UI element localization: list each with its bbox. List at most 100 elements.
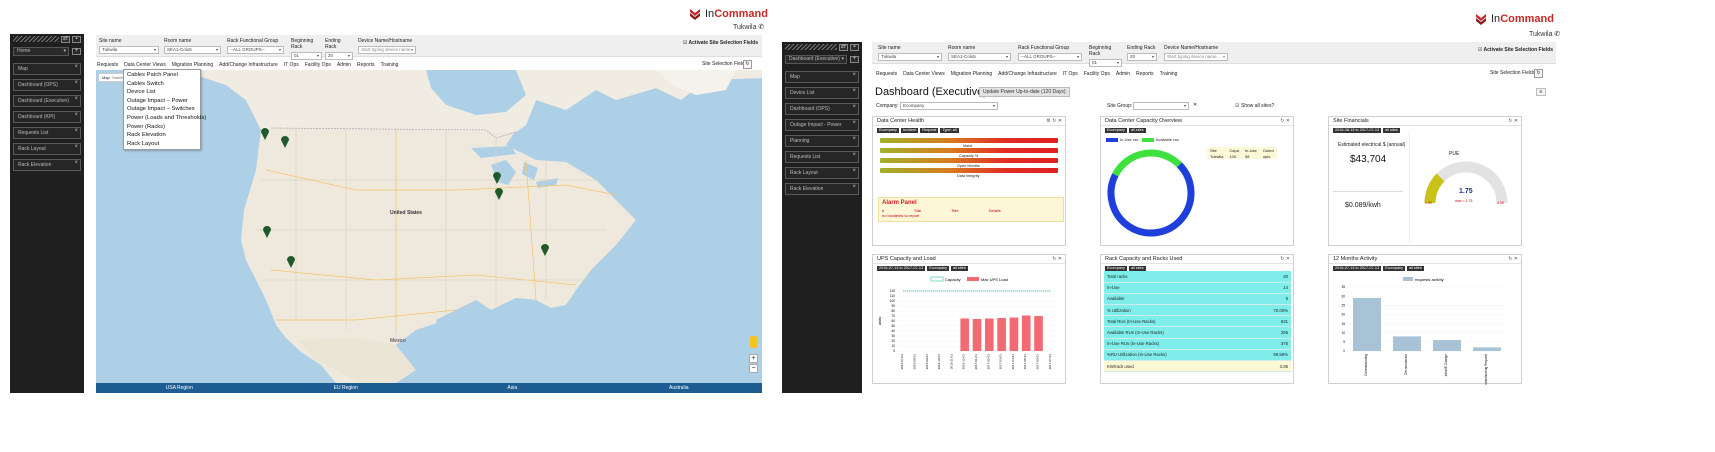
- menu-item-cables-patch-panel[interactable]: Cables Patch Panel: [124, 71, 200, 80]
- tab-reports[interactable]: Reports: [357, 62, 375, 68]
- pegman-icon[interactable]: [750, 336, 757, 348]
- camera-icon[interactable]: ▪: [72, 35, 81, 43]
- menu-item-power-loads-and-thresholds[interactable]: Power (Loads and Thresholds): [124, 114, 206, 123]
- activate-site-fields-checkbox[interactable]: ☑ Activate Site Selection Fields: [683, 40, 758, 46]
- tab-it-ops[interactable]: IT Ops: [1063, 71, 1078, 77]
- close-icon[interactable]: ×: [852, 134, 856, 144]
- sidebar-item-map[interactable]: Map ×: [785, 71, 859, 83]
- close-icon[interactable]: ×: [74, 110, 78, 120]
- sidebar-item-dashboard-ops[interactable]: Dashboard (OPS) ×: [13, 79, 81, 91]
- swap-icon[interactable]: ⇄: [839, 43, 848, 51]
- close-icon[interactable]: ×: [852, 86, 856, 96]
- region-eu-region[interactable]: EU Region: [263, 383, 430, 393]
- donut-slice-available-racks[interactable]: [1112, 149, 1182, 177]
- menu-item-rack-elevation[interactable]: Rack Elevation: [124, 131, 200, 140]
- sidebar-item-outage-impact-power[interactable]: Outage Impact - Power ×: [785, 119, 859, 131]
- tab-facility-ops[interactable]: Facility Ops: [1084, 71, 1110, 77]
- panel-controls[interactable]: ⚙ ↻ ✕: [1046, 117, 1062, 126]
- beginning-rack-select[interactable]: 01 ▾: [1089, 59, 1122, 67]
- activate-site-fields-checkbox[interactable]: ☑ Activate Site Selection Fields: [1478, 47, 1553, 53]
- tab-reports[interactable]: Reports: [1136, 71, 1154, 77]
- camera-icon[interactable]: ▪: [850, 43, 859, 51]
- region-asia[interactable]: Asia: [429, 383, 596, 393]
- bar-max-ups-load[interactable]: [960, 318, 969, 352]
- rack-group-select[interactable]: --ALL GROUPS-- ▾: [227, 46, 284, 54]
- donut-slice-in-use-racks[interactable]: [1107, 162, 1195, 237]
- refresh-icon[interactable]: ↻: [1534, 69, 1543, 78]
- panel-controls[interactable]: ↻ ✕: [1280, 255, 1290, 264]
- tab-add-change-infrastructure[interactable]: Add/Change Infrastructure: [219, 62, 278, 68]
- device-input[interactable]: Start typing device name... ▾: [358, 46, 416, 54]
- sidebar-item-requests-list[interactable]: Requests List ×: [785, 151, 859, 163]
- tab-facility-ops[interactable]: Facility Ops: [305, 62, 331, 68]
- menu-item-cables-switch[interactable]: Cables Switch: [124, 80, 200, 89]
- clear-icon[interactable]: ✕: [1193, 102, 1197, 108]
- close-icon[interactable]: ×: [74, 158, 78, 168]
- close-icon[interactable]: ×: [852, 118, 856, 128]
- menu-item-device-list[interactable]: Device List: [124, 88, 200, 97]
- panel-controls[interactable]: ↻ ✕: [1280, 117, 1290, 126]
- close-icon[interactable]: ×: [852, 182, 856, 192]
- site-select[interactable]: Tukwila ▾: [99, 46, 159, 54]
- zoom-out-button[interactable]: −: [749, 364, 758, 373]
- sidebar-view-select[interactable]: Dashboard (Executive) ▾: [785, 55, 847, 64]
- menu-item-power-racks[interactable]: Power (Racks): [124, 123, 200, 132]
- close-icon[interactable]: ×: [74, 142, 78, 152]
- site-group-select[interactable]: ▾: [1133, 102, 1189, 110]
- panel-controls[interactable]: ↻ ✕: [1508, 117, 1518, 126]
- bar-max-ups-load[interactable]: [972, 319, 982, 351]
- room-select[interactable]: SEA1-Colo5 ▾: [948, 53, 1011, 61]
- show-all-sites-checkbox[interactable]: ☑ Show all sites?: [1235, 103, 1274, 109]
- close-icon[interactable]: ×: [852, 166, 856, 176]
- sidebar-item-device-list[interactable]: Device List ×: [785, 87, 859, 99]
- tab-requests[interactable]: Requests: [876, 71, 897, 77]
- panel-controls[interactable]: ↻ ✕: [1508, 255, 1518, 264]
- close-icon[interactable]: ×: [852, 102, 856, 112]
- site-select[interactable]: Tukwila ▾: [878, 53, 942, 61]
- add-icon[interactable]: +: [72, 48, 81, 55]
- bar-max-ups-load[interactable]: [1034, 316, 1043, 351]
- room-select[interactable]: SEA1-Colo5 ▾: [164, 46, 221, 54]
- tab-migration-planning[interactable]: Migration Planning: [172, 62, 213, 68]
- tab-it-ops[interactable]: IT Ops: [284, 62, 299, 68]
- close-icon[interactable]: ×: [852, 70, 856, 80]
- bar-requests-activity[interactable]: [1473, 347, 1501, 351]
- sidebar-item-rack-elevation[interactable]: Rack Elevation ×: [785, 183, 859, 195]
- tab-training[interactable]: Training: [381, 62, 399, 68]
- refresh-icon[interactable]: ↻: [743, 60, 752, 69]
- bar-requests-activity[interactable]: [1353, 297, 1381, 351]
- close-icon[interactable]: ×: [74, 62, 78, 72]
- sidebar-item-rack-elevation[interactable]: Rack Elevation ×: [13, 159, 81, 171]
- bar-requests-activity[interactable]: [1433, 340, 1461, 351]
- hamburger-menu-icon[interactable]: ≡: [1536, 88, 1546, 96]
- beginning-rack-select[interactable]: 01 ▾: [291, 52, 322, 60]
- tab-migration-planning[interactable]: Migration Planning: [951, 71, 992, 77]
- tab-data-center-views[interactable]: Data Center Views: [124, 62, 166, 68]
- tab-data-center-views[interactable]: Data Center Views: [903, 71, 945, 77]
- bar-max-ups-load[interactable]: [985, 318, 994, 352]
- sidebar-item-dashboard-kpi[interactable]: Dashboard (KPI) ×: [13, 111, 81, 123]
- region-australia[interactable]: Australia: [596, 383, 763, 393]
- bar-max-ups-load[interactable]: [1021, 315, 1031, 352]
- update-power-button[interactable]: Update Power Up-to-date (120 Days): [979, 87, 1070, 97]
- ending-rack-select[interactable]: 20 ▾: [325, 52, 353, 60]
- bar-requests-activity[interactable]: [1393, 336, 1421, 351]
- close-icon[interactable]: ×: [852, 150, 856, 160]
- add-icon[interactable]: +: [850, 56, 859, 63]
- sidebar-view-select[interactable]: Home ▾: [13, 47, 69, 56]
- sidebar-item-dashboard-executive[interactable]: Dashboard (Executive) ×: [13, 95, 81, 107]
- sidebar-item-rack-layout[interactable]: Rack Layout ×: [13, 143, 81, 155]
- tab-admin[interactable]: Admin: [337, 62, 351, 68]
- sidebar-item-map[interactable]: Map ×: [13, 63, 81, 75]
- device-input[interactable]: Start typing device name... ▾: [1164, 53, 1228, 61]
- sidebar-item-rack-layout[interactable]: Rack Layout ×: [785, 167, 859, 179]
- sidebar-item-requests-list[interactable]: Requests List ×: [13, 127, 81, 139]
- sidebar-item-dashboard-ops[interactable]: Dashboard (OPS) ×: [785, 103, 859, 115]
- panel-controls[interactable]: ↻ ✕: [1052, 255, 1062, 264]
- close-icon[interactable]: ×: [74, 94, 78, 104]
- region-usa-region[interactable]: USA Region: [96, 383, 263, 393]
- tab-training[interactable]: Training: [1160, 71, 1178, 77]
- menu-item-rack-layout[interactable]: Rack Layout: [124, 140, 200, 149]
- sidebar-item-planning[interactable]: Planning ×: [785, 135, 859, 147]
- zoom-in-button[interactable]: +: [749, 354, 758, 363]
